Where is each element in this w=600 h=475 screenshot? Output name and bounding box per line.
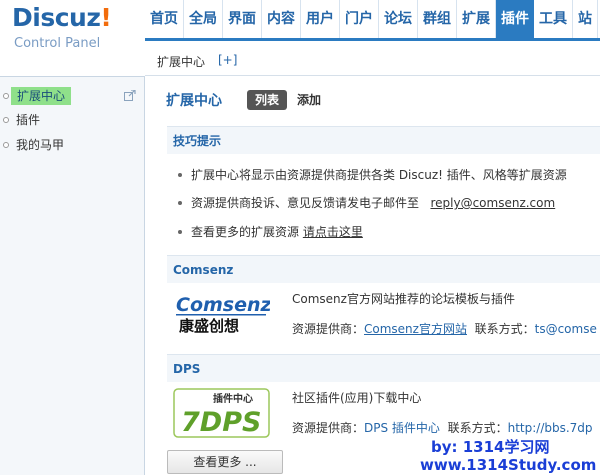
discuz-logo[interactable]: Discuz! Control Panel — [12, 3, 137, 51]
nav-item-2[interactable]: 界面 — [223, 0, 262, 38]
nav-item-10[interactable]: 工具 — [534, 0, 573, 38]
sidebar-item-my-vest[interactable]: 我的马甲 — [0, 134, 144, 156]
tip-line-2: 资源提供商投诉、意见反馈请发电子邮件至 reply@comsenz.com — [178, 194, 555, 211]
tip-line-1: 扩展中心将显示由资源提供商提供各类 Discuz! 插件、风格等扩展资源 — [178, 166, 567, 183]
main-content: 扩展中心 列表 添加 技巧提示 扩展中心将显示由资源提供商提供各类 Discuz… — [145, 76, 600, 475]
breadcrumb: 扩展中心 — [157, 55, 206, 69]
dps-header: DPS — [167, 354, 600, 382]
svg-text:插件中心: 插件中心 — [213, 392, 253, 405]
nav-item-9[interactable]: 插件 — [496, 0, 534, 38]
sidebar: 扩展中心 插件 我的马甲 — [0, 76, 145, 475]
tab-list[interactable]: 列表 — [247, 90, 287, 110]
sidebar-item-plugins[interactable]: 插件 — [0, 109, 144, 131]
nav-item-8[interactable]: 扩展 — [457, 0, 496, 38]
nav-item-0[interactable]: 首页 — [145, 0, 184, 38]
dps-description: 社区插件(应用)下载中心 — [292, 391, 422, 405]
page-title: 扩展中心 — [166, 93, 222, 109]
nav-item-6[interactable]: 论坛 — [379, 0, 418, 38]
bullet-icon — [3, 117, 9, 123]
dps-logo[interactable]: 插件中心 7DPS — [173, 388, 270, 438]
sidebar-item-extension-center[interactable]: 扩展中心 — [0, 85, 144, 107]
nav-item-11[interactable]: 站 — [573, 0, 598, 38]
external-link-icon[interactable] — [124, 90, 136, 101]
bullet-icon — [3, 93, 9, 99]
watermark-line-1: by: 1314学习网 — [431, 438, 550, 456]
email-link[interactable]: reply@comsenz.com — [430, 196, 555, 210]
nav-item-4[interactable]: 用户 — [301, 0, 340, 38]
nav-item-5[interactable]: 门户 — [340, 0, 379, 38]
logo-brand: Discuz! — [12, 3, 112, 32]
tab-add[interactable]: 添加 — [297, 90, 321, 110]
sub-bar: 扩展中心 [+] — [145, 38, 600, 76]
svg-text:7DPS: 7DPS — [181, 407, 261, 438]
svg-text:康盛创想: 康盛创想 — [179, 317, 239, 335]
sidebar-item-label: 插件 — [16, 113, 41, 127]
dps-meta: 资源提供商：DPS 插件中心 联系方式：http://bbs.7dp — [292, 421, 593, 435]
comsenz-header: Comsenz — [167, 255, 600, 283]
sidebar-item-label: 我的马甲 — [16, 138, 65, 152]
tips-header: 技巧提示 — [167, 126, 600, 154]
view-more-button[interactable]: 查看更多 ... — [167, 450, 283, 474]
comsenz-logo-graphic: Comsenz 康盛创想 — [176, 294, 273, 335]
nav-item-3[interactable]: 内容 — [262, 0, 301, 38]
comsenz-site-link[interactable]: Comsenz官方网站 — [364, 322, 467, 336]
add-shortcut-link[interactable]: [+] — [218, 53, 237, 67]
sidebar-item-label: 扩展中心 — [11, 87, 72, 105]
nav-item-1[interactable]: 全局 — [184, 0, 223, 38]
logo-subtitle: Control Panel — [14, 36, 101, 51]
comsenz-logo[interactable]: Comsenz 康盛创想 — [173, 289, 273, 335]
tip-line-3: 查看更多的扩展资源 请点击这里 — [178, 223, 363, 240]
bullet-icon — [3, 142, 9, 148]
svg-text:Comsenz: Comsenz — [176, 294, 270, 316]
main-nav: 首页 全局 界面 内容 用户 门户 论坛 群组 扩展 插件 工具站 — [145, 0, 598, 38]
watermark-line-2: www.1314Study.com — [420, 456, 597, 474]
comsenz-meta: 资源提供商：Comsenz官方网站 联系方式：ts@comse — [292, 322, 597, 336]
header: Discuz! Control Panel 首页 全局 界面 内容 用户 门户 论坛 群组 扩展… — [0, 0, 600, 51]
comsenz-description: Comsenz官方网站推荐的论坛模板与插件 — [292, 292, 515, 306]
click-here-link[interactable]: 请点击这里 — [303, 225, 363, 239]
dps-logo-graphic: 插件中心 7DPS — [173, 388, 270, 438]
dps-site-link[interactable]: DPS 插件中心 — [364, 421, 440, 435]
nav-item-7[interactable]: 群组 — [418, 0, 457, 38]
